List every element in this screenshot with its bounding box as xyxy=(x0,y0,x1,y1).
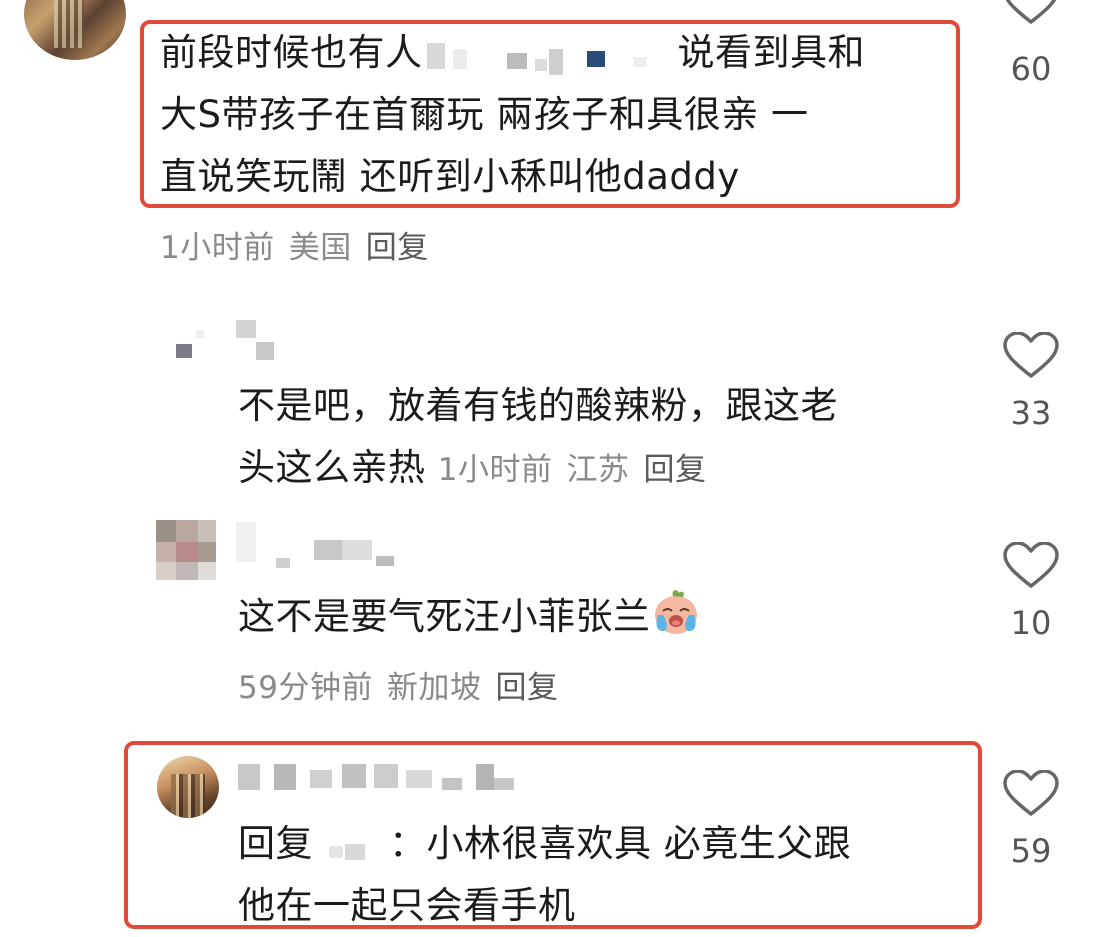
redacted-username xyxy=(423,35,678,75)
comment-text-line: 这不是要气死汪小菲张兰 xyxy=(238,595,651,638)
avatar[interactable] xyxy=(160,318,222,380)
reply-button[interactable]: 回复 xyxy=(366,230,429,266)
like-count: 59 xyxy=(1010,832,1052,870)
comment-text-line: 不是吧，放着有钱的酸辣粉，跟这老 xyxy=(238,384,838,427)
like-count: 60 xyxy=(1010,50,1052,88)
comment-text-line: 前段时候也有人 xyxy=(160,31,423,74)
reply-button[interactable]: 回复 xyxy=(495,670,558,706)
comment-text: 前段时候也有人 说看到具和 大S带孩子在首爾玩 兩孩子和具很亲 一 直说笑玩鬧 … xyxy=(160,22,950,208)
comment-text-line: 直说笑玩鬧 还听到小秝叫他daddy xyxy=(160,155,740,198)
comment-location: 江苏 xyxy=(566,452,630,488)
comment-meta: 1小时前 美国 回复 xyxy=(160,222,443,267)
comment-text-line: 小林很喜欢具 必竟生父跟 xyxy=(426,822,852,865)
comment-text-line: 说看到具和 xyxy=(677,31,865,74)
comment-meta: 59分钟前 新加坡 回复 xyxy=(238,662,572,707)
comment-text-line: 头这么亲热 xyxy=(238,446,426,489)
like-group: 59 xyxy=(996,769,1066,870)
comment-text: 回复 ：小林很喜欢具 必竟生父跟 他在一起只会看手机 xyxy=(238,813,958,937)
redacted-username xyxy=(238,760,528,800)
like-count: 33 xyxy=(1010,394,1052,432)
heart-outline-icon[interactable] xyxy=(1001,331,1061,382)
reply-prefix: 回复 xyxy=(238,822,313,865)
redacted-username xyxy=(323,826,383,866)
like-group: 10 xyxy=(996,541,1066,642)
crying-face-emoji xyxy=(654,590,697,634)
redacted-username xyxy=(236,522,406,572)
avatar[interactable] xyxy=(24,0,126,60)
like-group: 33 xyxy=(996,331,1066,432)
comment-text: 这不是要气死汪小菲张兰 xyxy=(238,586,958,648)
avatar[interactable] xyxy=(157,756,219,818)
heart-outline-icon[interactable] xyxy=(1001,769,1061,820)
avatar[interactable] xyxy=(156,520,218,582)
comment-time: 1小时前 xyxy=(437,452,553,488)
like-count: 10 xyxy=(1010,604,1052,642)
heart-outline-icon[interactable] xyxy=(1001,541,1061,592)
comment-text: 不是吧，放着有钱的酸辣粉，跟这老 头这么亲热 1小时前 江苏 回复 xyxy=(238,375,958,501)
heart-outline-icon[interactable] xyxy=(1001,0,1061,28)
comment-location: 美国 xyxy=(288,230,352,266)
like-group: 60 xyxy=(996,0,1066,88)
comment-location: 新加坡 xyxy=(386,670,482,706)
comment-meta: 1小时前 江苏 回复 xyxy=(438,452,707,488)
reply-colon: ： xyxy=(389,822,427,865)
comment-text-line: 大S带孩子在首爾玩 兩孩子和具很亲 一 xyxy=(160,93,809,136)
redacted-username xyxy=(236,320,296,364)
reply-button[interactable]: 回复 xyxy=(644,452,707,488)
comment-text-line: 他在一起只会看手机 xyxy=(238,884,576,927)
comment-time: 1小时前 xyxy=(160,230,275,266)
comment-time: 59分钟前 xyxy=(238,670,373,706)
